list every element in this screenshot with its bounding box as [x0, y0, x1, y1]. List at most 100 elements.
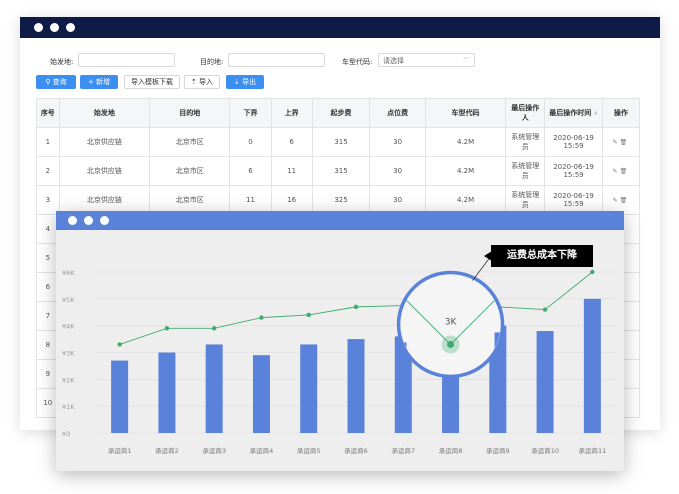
- bar: [158, 352, 176, 433]
- table-cell: 0: [229, 127, 272, 157]
- table-cell: 4.2M: [424, 127, 507, 157]
- query-button[interactable]: ⚲ 查询: [36, 75, 76, 89]
- col-header-label: 最后操作时间: [549, 109, 592, 117]
- col-header: 目的地: [149, 98, 231, 128]
- y-tick-label: ¥3K: [62, 350, 75, 358]
- line-point: [542, 307, 548, 312]
- window-titlebar: [20, 17, 660, 38]
- callout-label: 运费总成本下降: [491, 245, 593, 267]
- chart-window-titlebar: [56, 211, 624, 230]
- y-tick-label: ¥4K: [62, 323, 75, 331]
- edit-icon[interactable]: ✎: [613, 197, 620, 204]
- table-cell: 北京市区: [149, 156, 231, 186]
- add-button-label: 新增: [96, 78, 111, 86]
- table-cell: 北京供应链: [58, 127, 151, 157]
- table-cell: 北京市区: [149, 127, 231, 157]
- destination-input[interactable]: [228, 53, 325, 67]
- line-point: [211, 326, 217, 331]
- col-header: 上界: [270, 98, 313, 128]
- col-header: 最后操作人: [505, 98, 546, 128]
- y-tick-label: ¥1K: [62, 403, 75, 411]
- y-tick-label: ¥0: [62, 430, 70, 438]
- vehicle-code-select[interactable]: 请选择 ﹀: [378, 53, 475, 67]
- window-dot-icon: [50, 23, 59, 32]
- vehicle-code-label: 车型代码:: [342, 58, 373, 66]
- delete-icon[interactable]: 🗑: [620, 139, 630, 146]
- col-header: 操作: [601, 98, 641, 128]
- col-header: 点位费: [369, 98, 426, 128]
- col-header: 序号: [36, 98, 60, 128]
- filter-bar: 始发地: 目的地: 车型代码: 请选择 ﹀: [20, 53, 660, 71]
- table-cell: 1: [36, 127, 60, 157]
- bar: [300, 344, 318, 433]
- query-button-label: 查询: [52, 78, 67, 86]
- col-header: 下界: [229, 98, 272, 128]
- table-row: 2 北京供应链 北京市区 6 11 315 30 4.2M 系统管理员 2020-06-19 15…: [36, 156, 641, 186]
- line-point: [117, 342, 122, 347]
- col-header: 车型代码: [424, 98, 507, 128]
- origin-input[interactable]: [78, 53, 175, 67]
- download-icon: ⇣: [233, 78, 243, 86]
- bar: [347, 339, 365, 433]
- template-download-button[interactable]: 导入模板下载: [124, 75, 180, 89]
- add-button[interactable]: + 新增: [80, 75, 118, 89]
- table-cell: 30: [369, 127, 426, 157]
- bar: [205, 344, 223, 433]
- edit-icon[interactable]: ✎: [613, 139, 620, 146]
- x-tick-label: 承运商3: [202, 446, 226, 455]
- chevron-down-icon: ﹀: [462, 57, 469, 64]
- table-cell: 2: [36, 156, 60, 186]
- sort-icon: ⇕: [593, 111, 598, 117]
- x-tick-label: 承运商9: [486, 446, 510, 455]
- plus-icon: +: [87, 78, 97, 86]
- bar: [583, 298, 601, 433]
- line-point: [164, 326, 170, 331]
- x-tick-label: 承运商10: [531, 446, 559, 455]
- x-tick-label: 承运商1: [108, 446, 132, 455]
- line-point: [259, 315, 264, 320]
- delete-icon[interactable]: 🗑: [620, 197, 630, 204]
- x-tick-label: 承运商2: [155, 446, 179, 455]
- origin-label: 始发地:: [50, 58, 74, 66]
- table-row: 1 北京供应链 北京市区 0 6 315 30 4.2M 系统管理员 2020-06-19 15:…: [36, 127, 641, 157]
- toolbar: ⚲ 查询 + 新增 导入模板下载 ⇡ 导入 ⇣ 导出: [20, 75, 660, 89]
- table-cell: 6: [270, 127, 313, 157]
- window-dot-icon: [84, 216, 93, 225]
- table-cell: 315: [311, 156, 371, 186]
- table-cell: 系统管理员: [505, 156, 546, 186]
- col-header: 始发地: [58, 98, 151, 128]
- bar: [442, 368, 460, 433]
- edit-icon[interactable]: ✎: [613, 168, 620, 175]
- line-point: [590, 269, 595, 275]
- window-dot-icon: [34, 23, 43, 32]
- x-tick-label: 承运商8: [439, 446, 463, 455]
- col-header-sortable[interactable]: 最后操作时间 ⇕: [544, 98, 603, 128]
- delete-icon[interactable]: 🗑: [620, 168, 630, 175]
- window-dot-icon: [66, 23, 75, 32]
- row-actions: ✎🗑: [601, 127, 641, 157]
- export-button[interactable]: ⇣ 导出: [226, 75, 264, 89]
- bar: [252, 355, 270, 433]
- upload-icon: ⇡: [190, 78, 200, 86]
- table-cell: 北京供应链: [58, 156, 151, 186]
- x-tick-label: 承运商7: [391, 446, 415, 455]
- y-tick-label: ¥6K: [62, 269, 75, 277]
- search-icon: ⚲: [45, 78, 53, 86]
- col-header: 起步费: [311, 98, 371, 128]
- import-button[interactable]: ⇡ 导入: [184, 75, 220, 89]
- line-point: [353, 304, 359, 310]
- table-cell: 2020-06-19 15:59: [544, 156, 603, 186]
- bar: [536, 331, 554, 433]
- highlight-label: 3K: [445, 317, 458, 327]
- destination-label: 目的地:: [200, 58, 224, 66]
- x-tick-label: 承运商11: [578, 446, 606, 455]
- table-cell: 4.2M: [424, 156, 507, 186]
- y-tick-label: ¥5K: [62, 296, 75, 304]
- vehicle-code-placeholder: 请选择: [383, 57, 404, 65]
- x-tick-label: 承运商6: [344, 446, 368, 455]
- x-tick-label: 承运商4: [250, 446, 274, 455]
- row-actions: ✎🗑: [601, 156, 641, 186]
- bar: [111, 360, 129, 433]
- table-cell: 2020-06-19 15:59: [544, 127, 603, 157]
- y-tick-label: ¥2K: [62, 376, 75, 384]
